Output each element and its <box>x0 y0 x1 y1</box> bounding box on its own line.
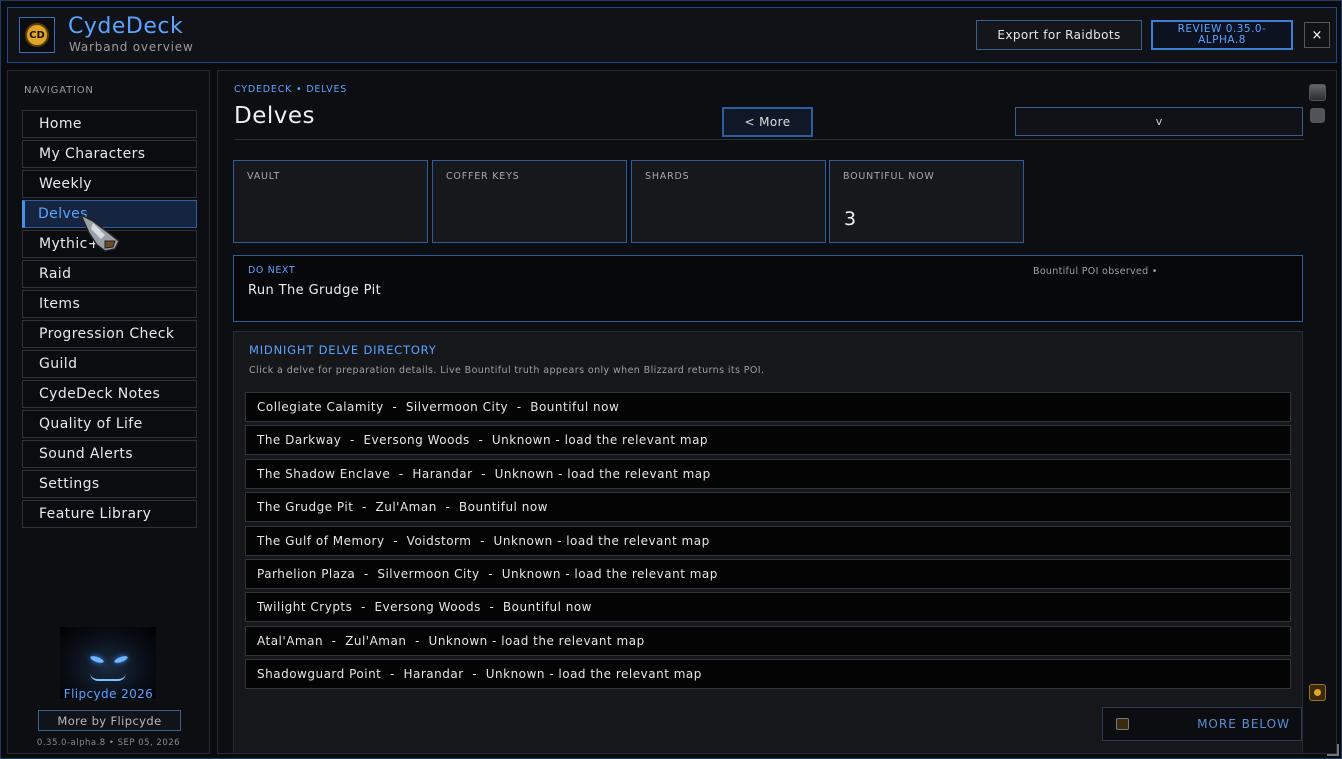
stat-label: COFFER KEYS <box>446 171 520 182</box>
app-title: CydeDeck <box>68 14 184 39</box>
breadcrumb[interactable]: CYDEDECK • DELVES <box>234 84 347 95</box>
delve-row[interactable]: Shadowguard Point - Harandar - Unknown -… <box>245 659 1291 690</box>
app-header: CD CydeDeck Warband overview Export for … <box>7 7 1337 63</box>
sidebar-item-quality-of-life[interactable]: Quality of Life <box>22 410 197 438</box>
avatar-eye-right <box>113 654 129 665</box>
more-below-button[interactable]: MORE BELOW <box>1102 707 1302 741</box>
view-select-dropdown[interactable]: v <box>1015 107 1303 136</box>
close-button[interactable]: × <box>1304 22 1330 48</box>
more-button[interactable]: < More <box>722 107 813 137</box>
do-next-panel: DO NEXT Run The Grudge Pit Bountiful POI… <box>233 255 1303 322</box>
sidebar-item-weekly[interactable]: Weekly <box>22 170 197 198</box>
more-below-icon <box>1116 718 1129 730</box>
title-divider <box>234 139 1304 140</box>
delve-list: Collegiate Calamity - Silvermoon City - … <box>245 392 1291 693</box>
delve-row[interactable]: Twilight Crypts - Eversong Woods - Bount… <box>245 592 1291 623</box>
stat-label: VAULT <box>247 171 281 182</box>
stat-label: BOUNTIFUL NOW <box>843 171 935 182</box>
nav-list: Home My Characters Weekly Delves Mythic+… <box>22 110 197 530</box>
delve-row[interactable]: Parhelion Plaza - Silvermoon City - Unkn… <box>245 558 1291 589</box>
sidebar: NAVIGATION Home My Characters Weekly Del… <box>7 70 210 754</box>
sidebar-item-cydedeck-notes[interactable]: CydeDeck Notes <box>22 380 197 408</box>
do-next-text: Run The Grudge Pit <box>248 283 382 298</box>
stat-value: 3 <box>844 208 857 230</box>
review-version-button[interactable]: REVIEW 0.35.0-ALPHA.8 <box>1151 20 1293 50</box>
more-below-label: MORE BELOW <box>1197 717 1290 731</box>
do-next-label: DO NEXT <box>248 265 296 276</box>
more-by-creator-button[interactable]: More by Flipcyde <box>38 710 181 731</box>
delve-directory: MIDNIGHT DELVE DIRECTORY Click a delve f… <box>233 331 1303 753</box>
stat-card-shards: SHARDS <box>631 160 826 243</box>
sidebar-item-settings[interactable]: Settings <box>22 470 197 498</box>
cydedeck-coin-icon: CD <box>25 23 49 47</box>
avatar-eye-left <box>89 654 105 665</box>
sidebar-item-raid[interactable]: Raid <box>22 260 197 288</box>
page-title: Delves <box>234 103 315 129</box>
gauntlet-cursor-icon <box>79 213 120 252</box>
creator-name: Flipcyde 2026 <box>63 687 154 701</box>
do-next-status: Bountiful POI observed • <box>1033 266 1158 277</box>
nav-heading: NAVIGATION <box>24 85 94 96</box>
stat-label: SHARDS <box>645 171 690 182</box>
sidebar-item-feature-library[interactable]: Feature Library <box>22 500 197 528</box>
export-raidbots-button[interactable]: Export for Raidbots <box>976 20 1142 50</box>
scroll-down-icon[interactable] <box>1309 684 1326 701</box>
stat-card-vault: VAULT <box>233 160 428 243</box>
directory-title: MIDNIGHT DELVE DIRECTORY <box>249 343 437 357</box>
sidebar-item-sound-alerts[interactable]: Sound Alerts <box>22 440 197 468</box>
app-window: CD CydeDeck Warband overview Export for … <box>0 0 1342 759</box>
directory-description: Click a delve for preparation details. L… <box>249 365 765 376</box>
resize-grip-icon[interactable] <box>1327 744 1339 756</box>
scroll-up-icon[interactable] <box>1309 84 1326 101</box>
sidebar-item-items[interactable]: Items <box>22 290 197 318</box>
avatar-grin <box>90 673 126 681</box>
stat-card-coffer-keys: COFFER KEYS <box>432 160 627 243</box>
delve-row[interactable]: Atal'Aman - Zul'Aman - Unknown - load th… <box>245 625 1291 656</box>
sidebar-item-guild[interactable]: Guild <box>22 350 197 378</box>
stat-card-bountiful-now: BOUNTIFUL NOW 3 <box>829 160 1024 243</box>
delve-row[interactable]: The Grudge Pit - Zul'Aman - Bountiful no… <box>245 492 1291 523</box>
version-text: 0.35.0-alpha.8 • SEP 05, 2026 <box>36 738 181 748</box>
app-subtitle: Warband overview <box>69 40 194 54</box>
delve-row[interactable]: Collegiate Calamity - Silvermoon City - … <box>245 392 1291 422</box>
scrollbar-thumb[interactable] <box>1310 108 1325 123</box>
delve-row[interactable]: The Darkway - Eversong Woods - Unknown -… <box>245 425 1291 456</box>
delve-row[interactable]: The Gulf of Memory - Voidstorm - Unknown… <box>245 525 1291 556</box>
app-logo: CD <box>19 17 55 53</box>
sidebar-item-progression-check[interactable]: Progression Check <box>22 320 197 348</box>
sidebar-item-home[interactable]: Home <box>22 110 197 138</box>
delve-row[interactable]: The Shadow Enclave - Harandar - Unknown … <box>245 458 1291 489</box>
sidebar-item-my-characters[interactable]: My Characters <box>22 140 197 168</box>
main-panel: CYDEDECK • DELVES Delves < More v VAULT … <box>217 70 1337 754</box>
